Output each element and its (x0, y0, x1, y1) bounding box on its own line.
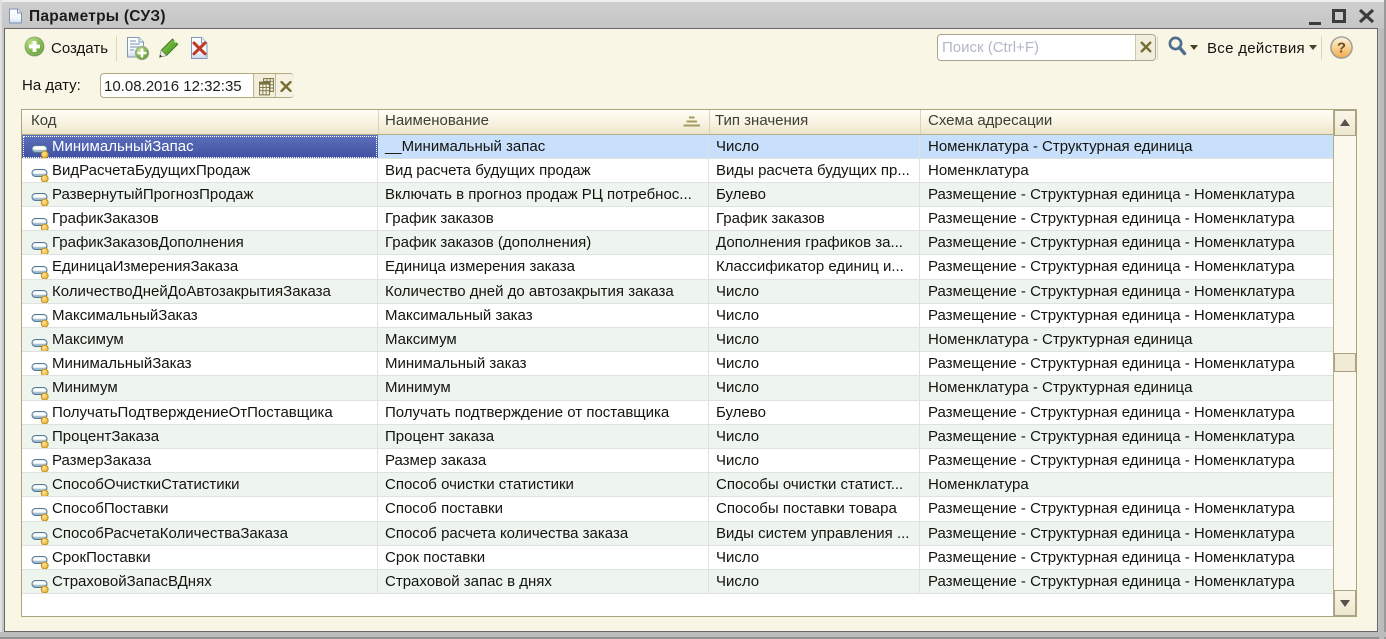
svg-text:?: ? (1337, 40, 1346, 57)
